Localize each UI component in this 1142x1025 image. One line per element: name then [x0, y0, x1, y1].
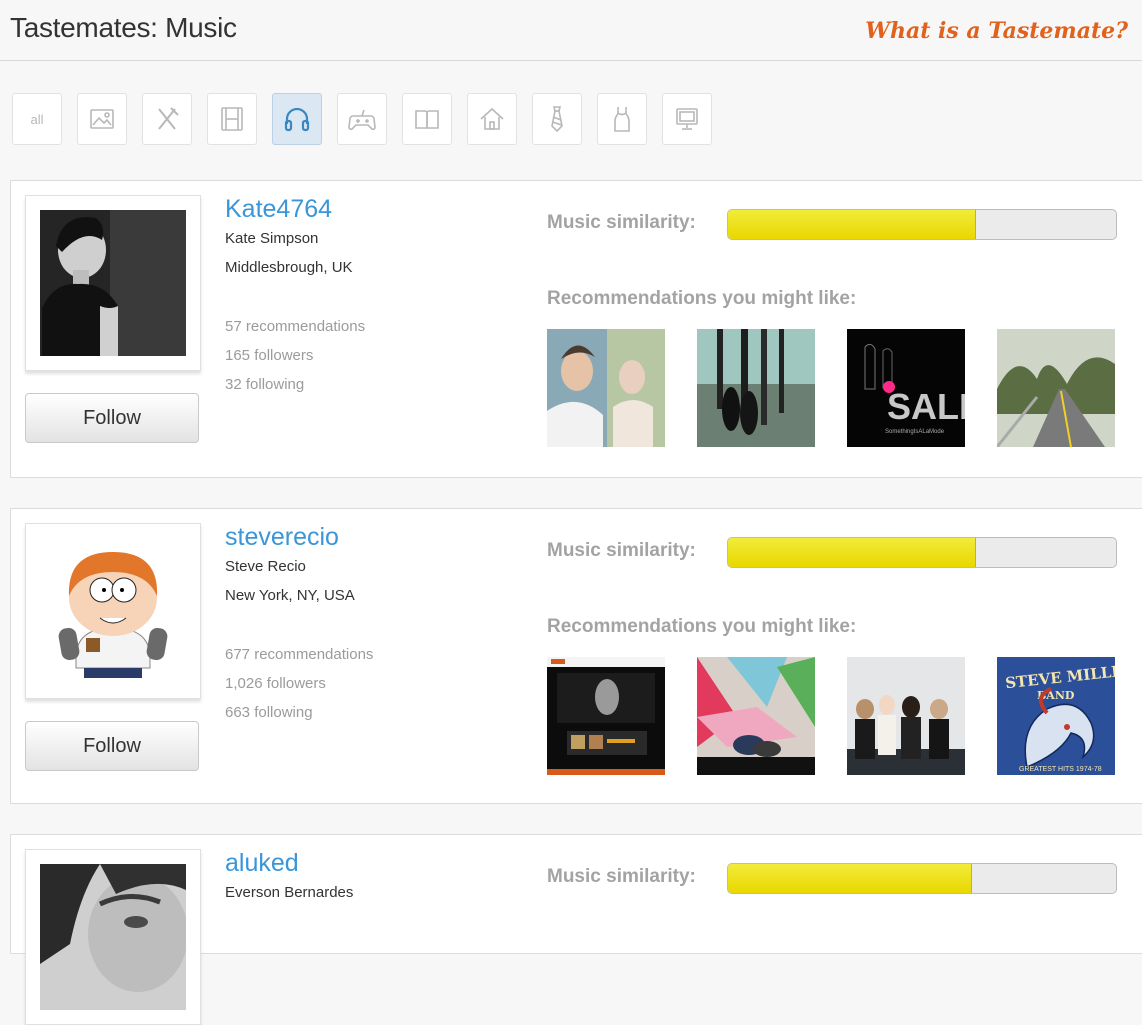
house-icon [480, 107, 504, 130]
avatar[interactable] [40, 864, 186, 1010]
real-name: Steve Recio [225, 558, 306, 575]
category-womens-fashion[interactable] [597, 93, 647, 145]
tie-icon [551, 106, 563, 133]
similarity-fill [728, 210, 977, 239]
similarity-fill [728, 538, 977, 567]
category-books[interactable] [402, 93, 452, 145]
book-icon [415, 110, 439, 129]
recommendation-thumbnail[interactable] [547, 329, 665, 447]
category-home[interactable] [467, 93, 517, 145]
followers-count: 165 followers [225, 347, 314, 364]
avatar-frame [25, 523, 201, 699]
avatar-frame [25, 849, 201, 1025]
similarity-bar [727, 537, 1117, 568]
page-title: Tastemates: Music [10, 12, 237, 43]
recommendation-thumbnail[interactable]: SALM SomethingIsALaMode [847, 329, 965, 447]
location: Middlesbrough, UK [225, 259, 353, 276]
gamepad-icon [348, 109, 376, 131]
following-count: 663 following [225, 704, 313, 721]
category-film[interactable] [207, 93, 257, 145]
avatar-frame [25, 195, 201, 371]
similarity-label: Music similarity: [547, 866, 696, 887]
category-tech[interactable] [662, 93, 712, 145]
username-link[interactable]: Kate4764 [225, 195, 332, 224]
film-icon [221, 107, 243, 131]
picture-icon [90, 109, 114, 129]
recommendation-thumbnail[interactable] [847, 657, 965, 775]
dress-icon [614, 107, 630, 132]
followers-count: 1,026 followers [225, 675, 326, 692]
category-food[interactable] [142, 93, 192, 145]
follow-button[interactable]: Follow [25, 721, 199, 771]
location: New York, NY, USA [225, 587, 355, 604]
recommendations-label: Recommendations you might like: [547, 288, 857, 309]
category-games[interactable] [337, 93, 387, 145]
follow-button[interactable]: Follow [25, 393, 199, 443]
recommendations-label: Recommendations you might like: [547, 616, 857, 637]
username-link[interactable]: steverecio [225, 523, 339, 552]
following-count: 32 following [225, 376, 305, 393]
username-link[interactable]: aluked [225, 849, 299, 878]
similarity-fill [728, 864, 973, 893]
tastemate-card: Follow steverecio Steve Recio New York, … [10, 508, 1142, 804]
tastemate-card: aluked Everson Bernardes Music similarit… [10, 834, 1142, 1025]
category-mens-fashion[interactable] [532, 93, 582, 145]
svg-text:SALM: SALM [887, 386, 965, 427]
recommendation-thumbnail[interactable]: STEVE MILLER BAND GREATEST HITS 1974-78 [997, 657, 1115, 775]
svg-text:GREATEST HITS 1974-78: GREATEST HITS 1974-78 [1019, 766, 1102, 773]
category-all-label: all [30, 111, 44, 127]
recommendation-thumbnail[interactable] [697, 329, 815, 447]
similarity-bar [727, 863, 1117, 894]
real-name: Everson Bernardes [225, 884, 354, 901]
fork-knife-icon [158, 107, 179, 130]
similarity-label: Music similarity: [547, 212, 696, 233]
what-is-tastemate-link[interactable]: What is a Tastemate? [865, 18, 1128, 44]
avatar[interactable] [40, 210, 186, 356]
real-name: Kate Simpson [225, 230, 319, 247]
svg-text:SomethingIsALaMode: SomethingIsALaMode [885, 429, 945, 435]
recommendation-thumbnail[interactable] [697, 657, 815, 775]
monitor-icon [676, 108, 698, 130]
similarity-bar [727, 209, 1117, 240]
category-music[interactable] [272, 93, 322, 145]
page-header: Tastemates: Music What is a Tastemate? [0, 0, 1142, 61]
category-pictures[interactable] [77, 93, 127, 145]
recommendations-count: 57 recommendations [225, 318, 366, 335]
avatar[interactable] [40, 538, 186, 684]
recommendation-thumbnail[interactable] [997, 329, 1115, 447]
recommendation-thumbnail[interactable] [547, 657, 665, 775]
tastemate-card: Follow Kate4764 Kate Simpson Middlesbrou… [10, 180, 1142, 478]
similarity-label: Music similarity: [547, 540, 696, 561]
category-all[interactable]: all [12, 93, 62, 145]
headphones-icon [284, 107, 310, 132]
recommendations-count: 677 recommendations [225, 646, 374, 663]
